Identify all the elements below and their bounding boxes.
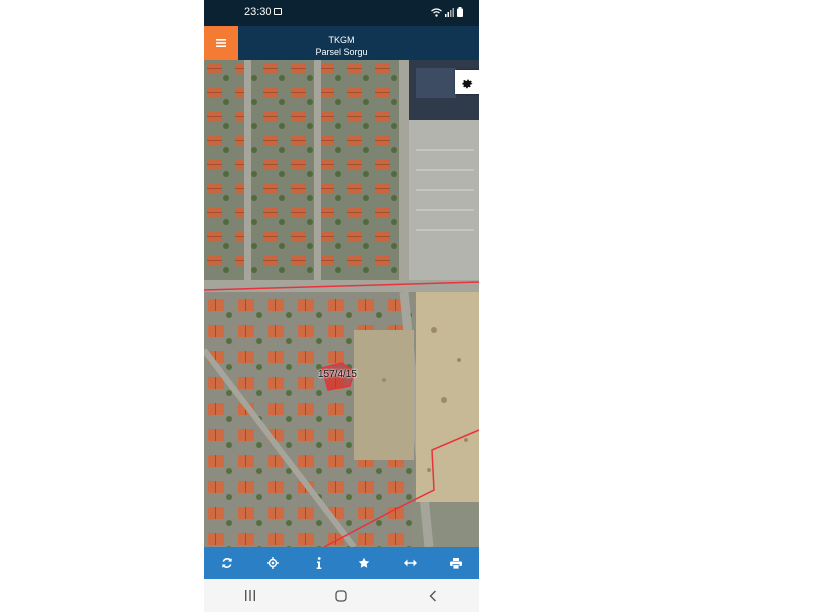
back-button[interactable] <box>418 584 448 608</box>
menu-button[interactable] <box>204 26 238 60</box>
gear-icon <box>461 79 473 88</box>
settings-button[interactable] <box>455 70 479 94</box>
signal-icon <box>445 7 454 17</box>
home-icon <box>335 589 348 602</box>
home-button[interactable] <box>326 584 356 608</box>
status-bar: 23:30 <box>204 0 479 26</box>
info-icon <box>316 557 321 569</box>
status-time: 23:30 <box>244 6 272 18</box>
hamburger-icon <box>216 39 226 47</box>
bottom-toolbar <box>204 547 479 579</box>
favorites-button[interactable] <box>352 551 376 575</box>
locate-icon <box>266 557 279 569</box>
recent-apps-icon <box>244 590 255 601</box>
measure-button[interactable] <box>398 551 422 575</box>
app-subtitle: Parsel Sorgu <box>315 47 368 57</box>
status-icons <box>431 7 463 17</box>
star-icon <box>359 557 370 568</box>
map-imagery <box>204 60 479 547</box>
info-button[interactable] <box>307 551 331 575</box>
wifi-icon <box>431 7 442 17</box>
gallery-notification-icon <box>274 8 282 15</box>
parcel-label: 157/4/15 <box>318 369 357 380</box>
app-header: TKGM Parsel Sorgu <box>204 26 479 60</box>
phone-screen: 23:30 TKGM Parsel Sorgu 157/4/15 <box>204 0 479 612</box>
refresh-button[interactable] <box>215 551 239 575</box>
measure-icon <box>403 559 417 567</box>
back-icon <box>429 590 437 601</box>
battery-icon <box>457 7 463 17</box>
print-button[interactable] <box>444 551 468 575</box>
recent-apps-button[interactable] <box>235 584 265 608</box>
app-title-main: TKGM <box>328 35 355 45</box>
app-title: TKGM Parsel Sorgu <box>244 34 439 58</box>
locate-button[interactable] <box>261 551 285 575</box>
system-nav-bar <box>204 579 479 612</box>
refresh-icon <box>222 558 232 568</box>
print-icon <box>450 557 463 569</box>
satellite-map[interactable]: 157/4/15 <box>204 60 479 547</box>
